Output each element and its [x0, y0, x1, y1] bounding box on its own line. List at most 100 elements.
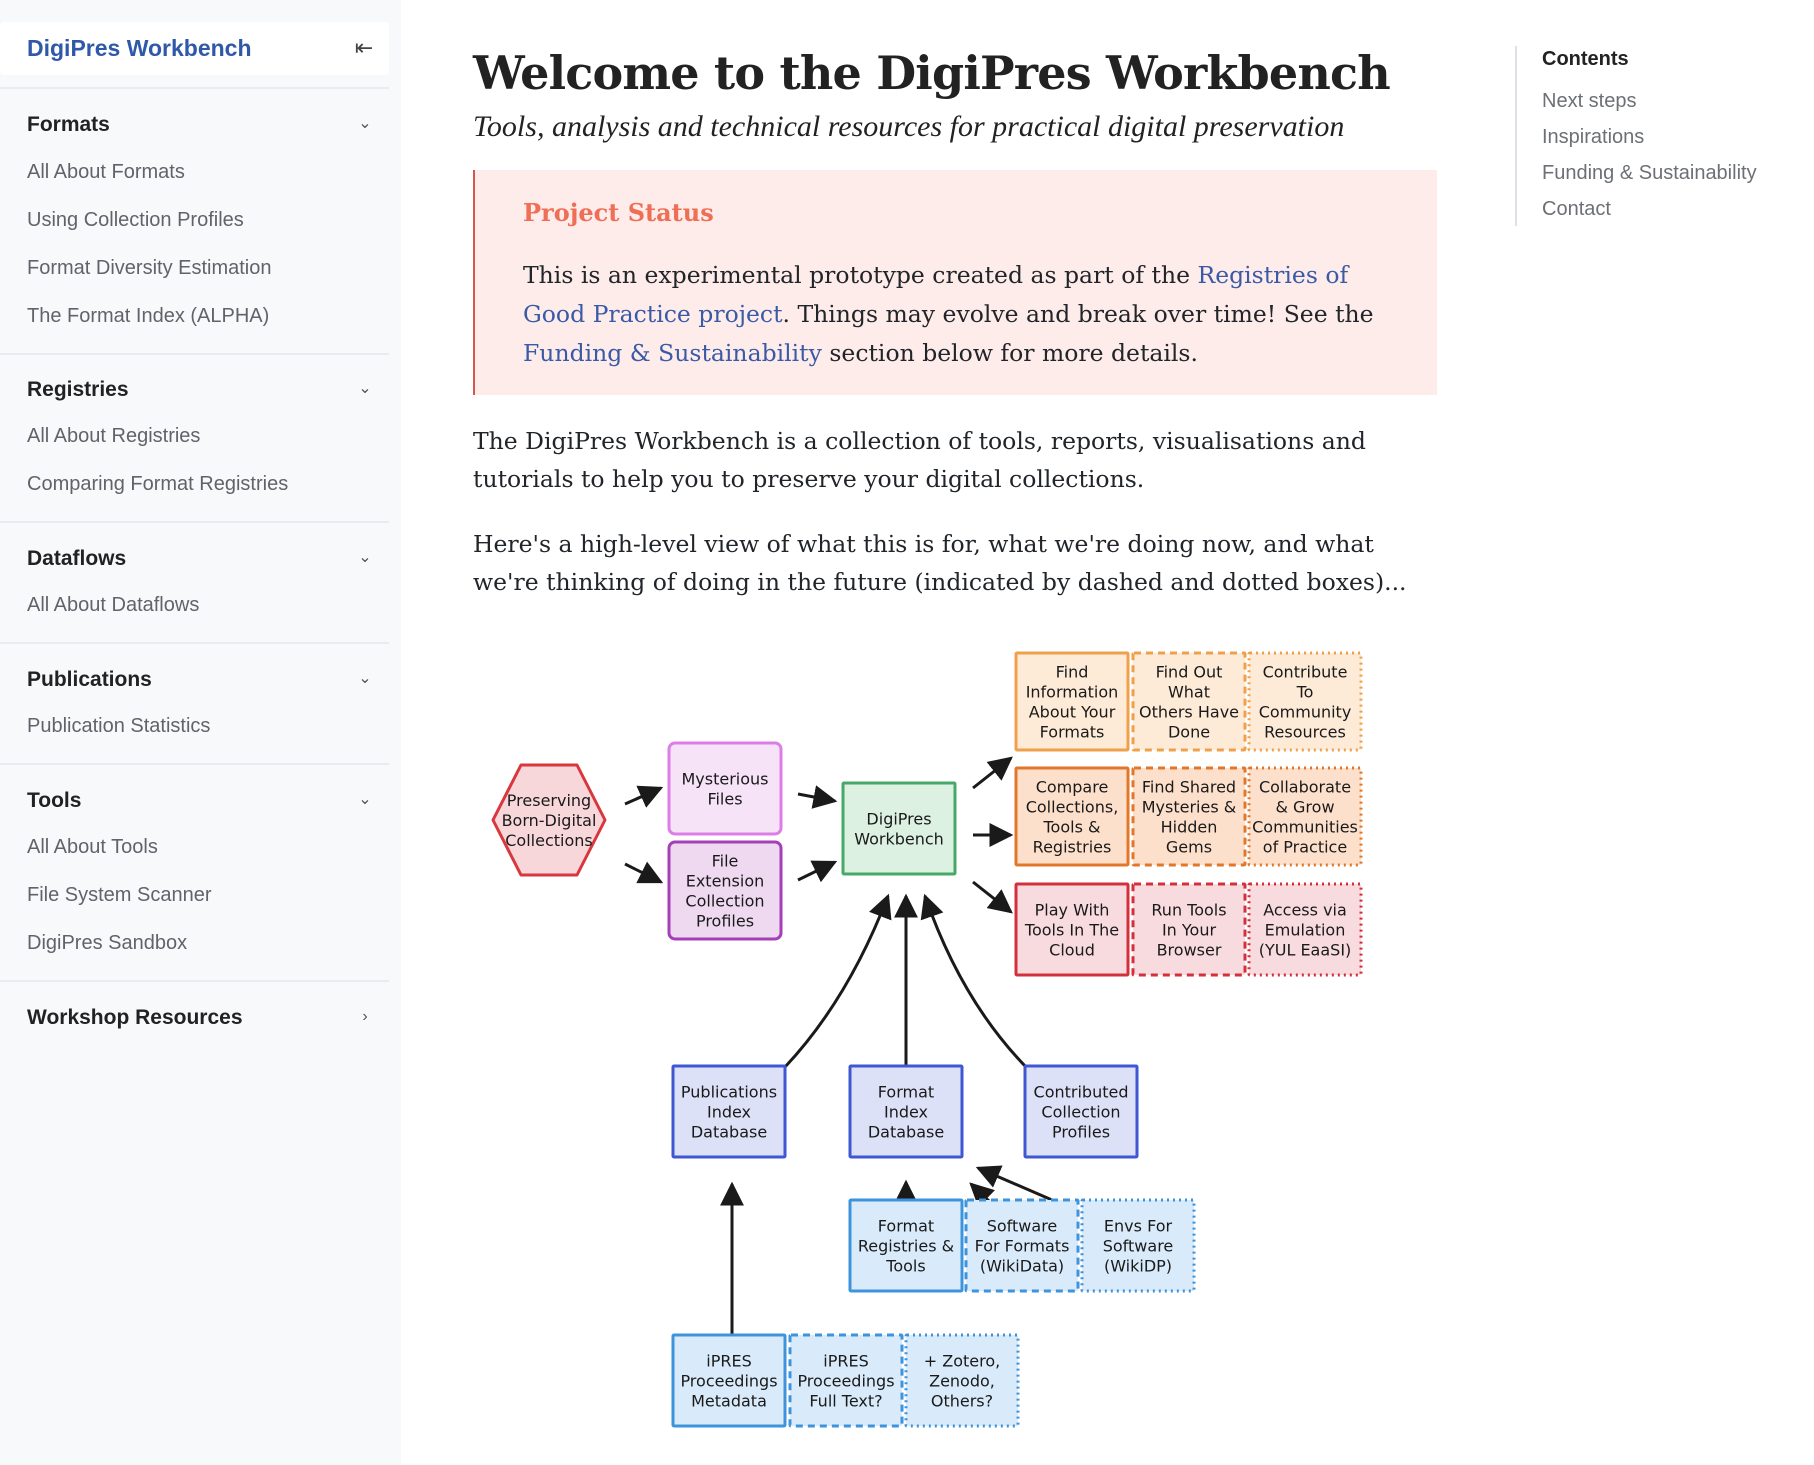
diagram-node-pubindex: PublicationsIndexDatabase: [671, 1064, 787, 1159]
diagram-node-label: Browser: [1157, 941, 1222, 960]
diagram-node-label: of Practice: [1263, 838, 1347, 857]
diagram-node-label: Others Have: [1139, 703, 1239, 722]
diagram-node-zotero: + Zotero,Zenodo,Others?: [904, 1333, 1020, 1428]
diagram-nodes: PreservingBorn-DigitalCollections Mysteri…: [491, 651, 1363, 1428]
diagram-node-label: Collaborate: [1259, 778, 1351, 797]
toc-link-contact[interactable]: Contact: [1542, 198, 1611, 221]
page-subtitle: Tools, analysis and technical resources …: [473, 110, 1345, 143]
diagram-node-label: Proceedings: [797, 1372, 894, 1391]
intro-paragraph: The DigiPres Workbench is a collection o…: [473, 427, 1366, 493]
sidebar-item-comparing-format-registries[interactable]: Comparing Format Registries: [27, 473, 288, 496]
chevron-down-icon[interactable]: ⌄: [355, 114, 375, 134]
diagram-node-envs: Envs ForSoftware(WikiDP): [1080, 1198, 1196, 1293]
diagram-node-label: Done: [1168, 723, 1210, 742]
diagram-node-findshared: Find SharedMysteries &HiddenGems: [1131, 766, 1247, 867]
diagram-node-box: [667, 741, 783, 836]
sidebar-section-tools[interactable]: Tools: [27, 789, 81, 813]
diagram-node-label: Profiles: [1052, 1123, 1110, 1142]
diagram-node-label: Database: [868, 1123, 944, 1142]
sidebar-section-workshop-resources[interactable]: Workshop Resources: [27, 1006, 243, 1030]
sidebar-item-publication-statistics[interactable]: Publication Statistics: [27, 715, 210, 738]
diagram-node-contribute: ContributeToCommunityResources: [1247, 651, 1363, 752]
diagram-node-label: Tools: [885, 1257, 925, 1276]
sidebar-section-formats[interactable]: Formats: [27, 113, 110, 137]
diagram-node-label: Formats: [1040, 723, 1105, 742]
chevron-down-icon[interactable]: ⌄: [355, 669, 375, 689]
sidebar-section-publications[interactable]: Publications: [27, 668, 152, 692]
sidebar-item-using-collection-profiles[interactable]: Using Collection Profiles: [27, 209, 244, 232]
diagram-node-box: [841, 781, 957, 876]
diagram-node-label: For Formats: [975, 1237, 1070, 1256]
diagram-node-label: + Zotero,: [924, 1352, 1000, 1371]
chevron-down-icon[interactable]: ⌄: [355, 790, 375, 810]
overview-diagram: Preserving Born-Digital Collections Mysteri…: [473, 640, 1443, 1465]
diagram-node-label: Collection: [1041, 1103, 1120, 1122]
chevron-right-icon[interactable]: ›: [355, 1007, 375, 1027]
sidebar-divider: [0, 980, 389, 982]
diagram-node-software: SoftwareFor Formats(WikiData): [964, 1198, 1080, 1293]
diagram-node-label: To: [1296, 683, 1314, 702]
sidebar-divider: [0, 521, 389, 523]
diagram-node-label: Preserving: [507, 791, 591, 810]
diagram-arrow: [972, 880, 1013, 914]
diagram-node-workbench: DigiPresWorkbench: [841, 781, 957, 876]
diagram-node-label: Software: [1103, 1237, 1174, 1256]
diagram-node-label: Hidden: [1161, 818, 1218, 837]
sidebar-divider: [0, 353, 389, 355]
toc-link-next-steps[interactable]: Next steps: [1542, 90, 1636, 113]
sidebar-section-registries[interactable]: Registries: [27, 378, 129, 402]
diagram-arrow: [797, 785, 838, 809]
diagram-node-label: & Grow: [1275, 798, 1334, 817]
diagram-node-label: Others?: [931, 1392, 993, 1411]
diagram-node-label: Zenodo,: [929, 1372, 995, 1391]
diagram-node-label: DigiPres: [866, 810, 931, 829]
diagram-node-label: Publications: [681, 1083, 777, 1102]
diagram-node-label: Gems: [1166, 838, 1212, 857]
sidebar-item-all-about-registries[interactable]: All About Registries: [27, 425, 200, 448]
diagram-node-access: Access viaEmulation(YUL EaaSI): [1247, 882, 1363, 977]
diagram-node-label: Files: [707, 790, 742, 809]
sidebar-divider: [0, 642, 389, 644]
diagram-node-label: Profiles: [696, 912, 754, 931]
diagram-node-label: Emulation: [1265, 921, 1346, 940]
brand-bar: DigiPres Workbench ⇤: [0, 22, 389, 75]
sidebar-item-format-diversity-estimation[interactable]: Format Diversity Estimation: [27, 257, 272, 280]
sidebar-item-file-system-scanner[interactable]: File System Scanner: [27, 884, 212, 907]
diagram-node-label: Full Text?: [809, 1392, 882, 1411]
diagram-node-findinfo: FindInformationAbout YourFormats: [1014, 651, 1130, 752]
collapse-sidebar-icon[interactable]: ⇤: [350, 34, 378, 62]
diagram-node-label: Collections: [505, 831, 592, 850]
funding-sustainability-link[interactable]: Funding & Sustainability: [523, 339, 822, 367]
table-of-contents: Contents Next steps Inspirations Funding…: [1515, 46, 1807, 226]
diagram-arrow: [972, 756, 1013, 790]
toc-link-funding[interactable]: Funding & Sustainability: [1542, 162, 1757, 185]
diagram-node-label: (YUL EaaSI): [1259, 941, 1352, 960]
diagram-node-label: Workbench: [854, 830, 944, 849]
toc-heading: Contents: [1542, 48, 1629, 70]
sidebar-item-digipres-sandbox[interactable]: DigiPres Sandbox: [27, 932, 187, 955]
diagram-node-label: Information: [1026, 683, 1119, 702]
sidebar-divider: [0, 763, 389, 765]
diagram-node-label: What: [1168, 683, 1210, 702]
sidebar-item-format-index[interactable]: The Format Index (ALPHA): [27, 305, 269, 328]
diagram-node-label: Mysteries &: [1142, 798, 1237, 817]
diagram-node-preserving: PreservingBorn-DigitalCollections: [491, 763, 607, 877]
sidebar-section-dataflows[interactable]: Dataflows: [27, 547, 126, 571]
diagram-node-runtools: Run ToolsIn YourBrowser: [1131, 882, 1247, 977]
site-title-link[interactable]: DigiPres Workbench: [27, 35, 252, 62]
diagram-node-label: Find: [1056, 663, 1089, 682]
sidebar-item-all-about-formats[interactable]: All About Formats: [27, 161, 185, 184]
diagram-node-label: Contribute: [1263, 663, 1348, 682]
diagram-node-label: Born-Digital: [502, 811, 597, 830]
chevron-down-icon[interactable]: ⌄: [355, 548, 375, 568]
diagram-node-label: Play With: [1035, 901, 1110, 920]
toc-link-inspirations[interactable]: Inspirations: [1542, 126, 1644, 149]
diagram-node-label: Proceedings: [680, 1372, 777, 1391]
sidebar-item-all-about-dataflows[interactable]: All About Dataflows: [27, 594, 199, 617]
diagram-node-fmtreg: FormatRegistries &Tools: [848, 1198, 964, 1293]
diagram-node-label: Community: [1259, 703, 1352, 722]
sidebar-item-all-about-tools[interactable]: All About Tools: [27, 836, 158, 859]
diagram-node-label: Resources: [1264, 723, 1346, 742]
project-status-callout: Project Status This is an experimental p…: [473, 170, 1437, 395]
chevron-down-icon[interactable]: ⌄: [355, 379, 375, 399]
